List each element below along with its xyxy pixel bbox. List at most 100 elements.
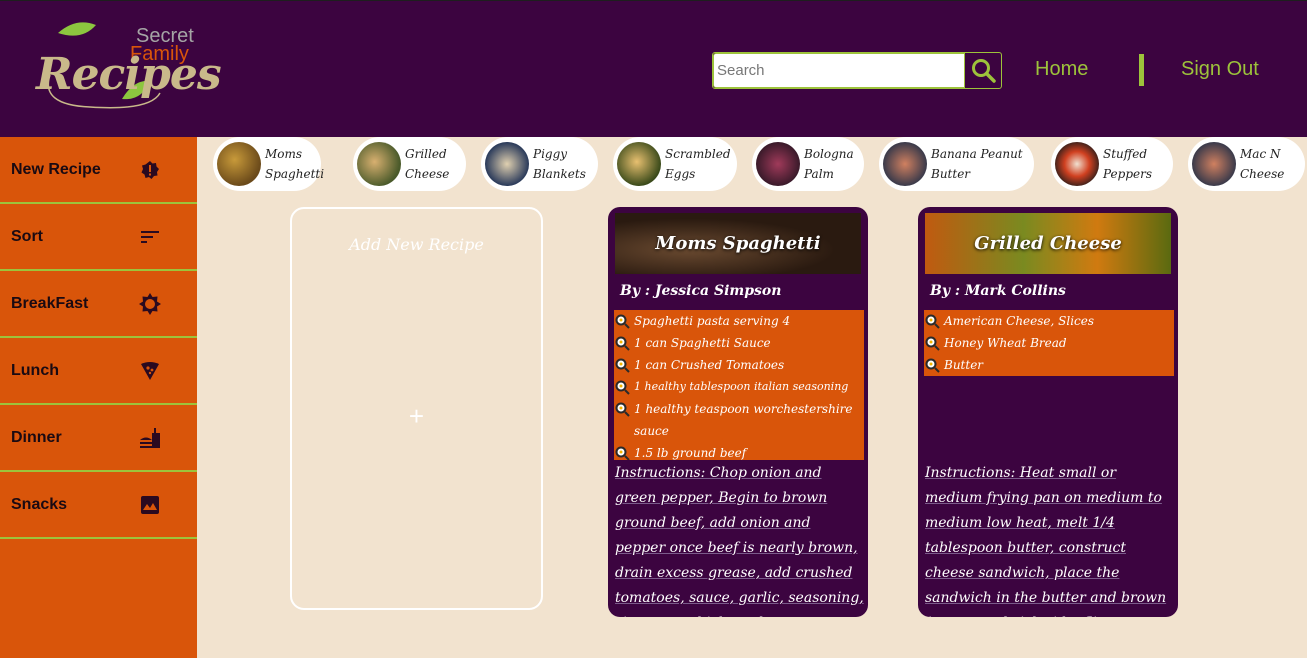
ingredient-list: American Cheese, Slices Honey Wheat Brea…	[924, 310, 1174, 376]
frying-pan-icon	[925, 314, 940, 329]
recipe-thumbnail	[617, 142, 661, 186]
search-icon	[972, 58, 996, 83]
sidebar-item-label: Sort	[11, 227, 43, 245]
ingredient-text: Butter	[944, 358, 984, 372]
recipe-chip-row: Moms Spaghetti Grilled Cheese Piggy Blanket…	[197, 137, 1307, 193]
sidebar-item-dinner[interactable]: Dinner	[0, 405, 197, 472]
recipe-chip[interactable]: Mac N Cheese	[1188, 137, 1305, 191]
recipe-chip-name: Stuffed	[1103, 147, 1148, 161]
sidebar-item-label: BreakFast	[11, 294, 89, 312]
new-badge-icon	[139, 159, 161, 181]
recipe-thumbnail	[1192, 142, 1236, 186]
recipe-thumbnail	[883, 142, 927, 186]
search-input[interactable]	[713, 53, 965, 88]
logo-recipes-text: Recipes	[36, 49, 222, 100]
sidebar-item-snacks[interactable]: Snacks	[0, 472, 197, 539]
sidebar-item-label: Lunch	[11, 361, 59, 379]
search-bar	[712, 52, 1002, 89]
recipe-chip-name: Eggs	[665, 167, 696, 181]
nav-divider	[1139, 54, 1144, 86]
recipe-card[interactable]: Moms Spaghetti By : Jessica Simpson Spag…	[608, 207, 868, 617]
sun-icon	[139, 292, 161, 315]
pizza-icon	[139, 360, 161, 382]
recipe-thumbnail	[756, 142, 800, 186]
recipe-card-banner: Moms Spaghetti	[615, 213, 861, 274]
ingredient-item: Spaghetti pasta serving 4	[614, 310, 864, 332]
sidebar-item-label: New Recipe	[11, 160, 101, 178]
frying-pan-icon	[615, 314, 630, 329]
ingredient-item: 1 can Spaghetti Sauce	[614, 332, 864, 354]
top-header: Secret Family Recipes Home Sign Out	[0, 0, 1307, 137]
recipe-chip-name: Moms	[265, 147, 303, 161]
sidebar-item-new-recipe[interactable]: New Recipe	[0, 137, 197, 204]
recipe-chip-name: Peppers	[1103, 167, 1152, 181]
frying-pan-icon	[925, 358, 940, 373]
ingredient-item: 1 healthy teaspoon worchestershire sauce	[614, 398, 864, 442]
ingredient-list: Spaghetti pasta serving 4 1 can Spaghett…	[614, 310, 864, 460]
recipe-thumbnail	[485, 142, 529, 186]
recipe-instructions: Instructions: Heat small or medium fryin…	[925, 465, 1167, 617]
recipe-chip[interactable]: Grilled Cheese	[353, 137, 466, 191]
recipe-instructions: Instructions: Chop onion and green peppe…	[615, 465, 864, 617]
recipe-card-banner: Grilled Cheese	[925, 213, 1171, 274]
recipe-chip-name: Cheese	[1240, 167, 1285, 181]
nav-home-link[interactable]: Home	[1035, 58, 1088, 81]
recipe-chip-name: Bologna	[804, 147, 854, 161]
recipe-chip-name: Scrambled	[665, 147, 731, 161]
add-new-recipe-title: Add New Recipe	[349, 235, 484, 254]
ingredient-text: 1 can Spaghetti Sauce	[634, 336, 771, 350]
frying-pan-icon	[925, 336, 940, 351]
plus-icon: +	[408, 401, 425, 431]
search-button[interactable]	[966, 53, 1002, 88]
ingredient-text: 1.5 lb ground beef	[634, 446, 747, 460]
recipe-thumbnail	[1055, 142, 1099, 186]
sidebar-item-label: Dinner	[11, 428, 62, 446]
recipe-chip-name: Palm	[804, 167, 834, 181]
recipe-chip-name: Cheese	[405, 167, 450, 181]
ingredient-item: Honey Wheat Bread	[924, 332, 1174, 354]
nav-sign-out-link[interactable]: Sign Out	[1181, 58, 1259, 81]
sidebar-item-sort[interactable]: Sort	[0, 204, 197, 271]
frying-pan-icon	[615, 358, 630, 373]
frying-pan-icon	[615, 380, 630, 395]
recipe-chip-name: Butter	[931, 167, 971, 181]
recipe-chip-name: Mac N	[1240, 147, 1281, 161]
frying-pan-icon	[615, 336, 630, 351]
recipe-chip[interactable]: Bologna Palm	[752, 137, 864, 191]
ingredient-item: 1 can Crushed Tomatoes	[614, 354, 864, 376]
recipe-card-title: Grilled Cheese	[974, 233, 1122, 254]
sidebar: New Recipe Sort BreakFast Lunch Dinner S…	[0, 137, 197, 658]
ingredient-text: 1 can Crushed Tomatoes	[634, 358, 785, 372]
recipe-chip-name: Piggy	[533, 147, 568, 161]
ingredient-text: American Cheese, Slices	[944, 314, 1095, 328]
sidebar-item-lunch[interactable]: Lunch	[0, 338, 197, 405]
recipe-chip[interactable]: Stuffed Peppers	[1051, 137, 1173, 191]
sidebar-item-breakfast[interactable]: BreakFast	[0, 271, 197, 338]
add-new-recipe-card[interactable]: Add New Recipe +	[290, 207, 543, 610]
ingredient-item: 1 healthy tablespoon italian seasoning	[614, 376, 864, 398]
recipe-chip[interactable]: Banana Peanut Butter	[879, 137, 1034, 191]
sort-icon	[139, 226, 161, 248]
ingredient-text: Spaghetti pasta serving 4	[634, 314, 791, 328]
recipe-chip[interactable]: Moms Spaghetti	[213, 137, 325, 191]
recipe-chip-name: Blankets	[533, 167, 586, 181]
ingredient-text: 1 healthy teaspoon worchestershire sauce	[634, 402, 853, 438]
recipe-card[interactable]: Grilled Cheese By : Mark Collins America…	[918, 207, 1178, 617]
recipe-card-author: By : Mark Collins	[930, 283, 1066, 299]
site-logo[interactable]: Secret Family Recipes	[30, 15, 230, 115]
ingredient-text: 1 healthy tablespoon italian seasoning	[634, 380, 849, 393]
sidebar-item-label: Snacks	[11, 495, 68, 513]
recipe-thumbnail	[357, 142, 401, 186]
recipe-card-title: Moms Spaghetti	[655, 233, 821, 254]
fastfood-icon	[139, 427, 161, 449]
image-icon	[139, 494, 161, 516]
frying-pan-icon	[615, 446, 630, 460]
ingredient-item: Butter	[924, 354, 1174, 376]
frying-pan-icon	[615, 402, 630, 417]
recipe-thumbnail	[217, 142, 261, 186]
recipe-chip[interactable]: Scrambled Eggs	[613, 137, 737, 191]
recipe-chip-name: Grilled	[405, 147, 447, 161]
recipe-chip-name: Banana Peanut	[931, 147, 1023, 161]
recipe-chip-name: Spaghetti	[265, 167, 325, 181]
recipe-chip[interactable]: Piggy Blankets	[481, 137, 598, 191]
